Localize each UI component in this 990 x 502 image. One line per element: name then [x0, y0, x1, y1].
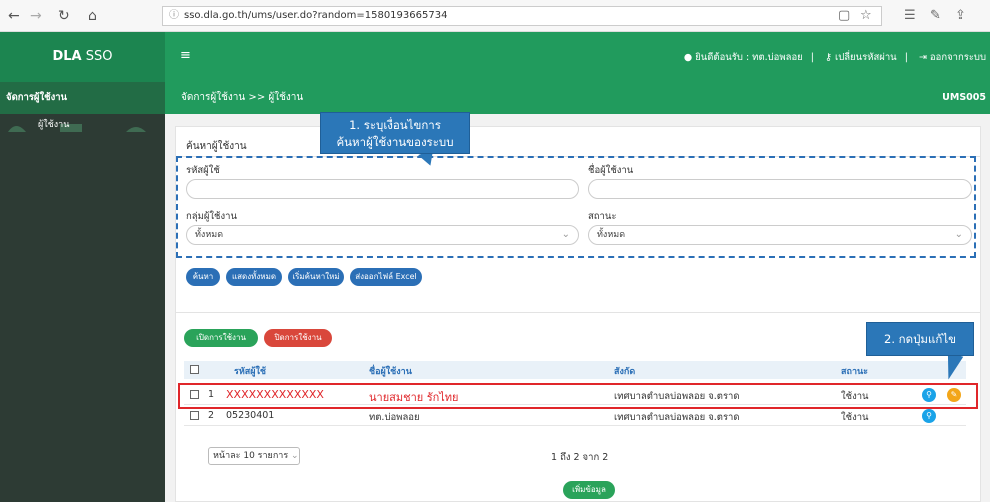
- address-bar[interactable]: ⓘ sso.dla.go.th/ums/user.do?random=158019…: [162, 6, 882, 26]
- sidebar-item-label: ผู้ใช้งาน: [38, 120, 70, 130]
- user-id-input[interactable]: [186, 179, 579, 199]
- main-content: จัดการผู้ใช้งาน >> ผู้ใช้งาน UMS005 ค้นห…: [165, 82, 990, 502]
- column-header-org: สังกัด: [614, 367, 636, 377]
- export-excel-button[interactable]: ส่งออกไฟล์ Excel: [350, 268, 422, 286]
- change-password-link[interactable]: เปลี่ยนรหัสผ่าน: [835, 52, 897, 63]
- select-all-checkbox[interactable]: [190, 365, 199, 374]
- callout-step1: 1. ระบุเงื่อนไขการ ค้นหาผู้ใช้งานของระบบ: [320, 112, 470, 154]
- welcome-text: ยินดีต้อนรับ : ทต.บ่อพลอย: [695, 52, 803, 63]
- sidebar-decoration-icon: [8, 124, 146, 132]
- logout-icon: ⇥: [918, 52, 927, 63]
- page-size-select[interactable]: หน้าละ 10 รายการ ⌄: [208, 447, 300, 465]
- pagination-info: 1 ถึง 2 จาก 2: [551, 452, 609, 463]
- user-name-label: ชื่อผู้ใช้งาน: [588, 165, 634, 176]
- key-icon: ⚷: [824, 52, 832, 63]
- user-group-select[interactable]: ทั้งหมด ⌄: [186, 225, 579, 245]
- browser-toolbar: ← → ↻ ⌂ ⓘ sso.dla.go.th/ums/user.do?rando…: [0, 0, 990, 32]
- view-icon[interactable]: ⚲: [922, 409, 936, 423]
- sidebar-item-users[interactable]: ผู้ใช้งาน: [0, 114, 165, 134]
- edit-icon[interactable]: ✎: [947, 388, 961, 402]
- row-checkbox[interactable]: [190, 390, 199, 399]
- reset-search-button[interactable]: เริ่มค้นหาใหม่: [288, 268, 344, 286]
- column-header-user-id: รหัสผู้ใช้: [234, 367, 267, 377]
- user-id-label: รหัสผู้ใช้: [186, 165, 220, 176]
- search-button[interactable]: ค้นหา: [186, 268, 220, 286]
- row-number: 2: [208, 410, 215, 421]
- disable-button[interactable]: ปิดการใช้งาน: [264, 329, 332, 347]
- favorite-star-icon[interactable]: ☆: [860, 8, 872, 23]
- column-header-status: สถานะ: [841, 367, 868, 377]
- search-panel: ค้นหาผู้ใช้งาน รหัสผู้ใช้ ชื่อผู้ใช้งาน …: [175, 126, 981, 326]
- user-list-panel: เปิดการใช้งาน ปิดการใช้งาน รหัสผู้ใช้ ชื…: [175, 312, 981, 502]
- add-data-button[interactable]: เพิ่มข้อมูล: [563, 481, 615, 499]
- logout-link[interactable]: ออกจากระบบ: [930, 52, 986, 63]
- sidebar-item-user-management[interactable]: จัดการผู้ใช้งาน: [0, 82, 165, 114]
- user-name-input[interactable]: [588, 179, 972, 199]
- row-checkbox[interactable]: [190, 411, 199, 420]
- show-all-button[interactable]: แสดงทั้งหมด: [226, 268, 282, 286]
- row-name: ทต.บ่อพลอย: [369, 412, 420, 423]
- info-icon: ⓘ: [169, 10, 179, 21]
- screen-code: UMS005: [942, 92, 986, 103]
- pen-icon[interactable]: ✎: [930, 8, 941, 23]
- row-user-id: XXXXXXXXXXXXX: [226, 388, 324, 401]
- column-header-name: ชื่อผู้ใช้งาน: [369, 367, 412, 377]
- enable-button[interactable]: เปิดการใช้งาน: [184, 329, 258, 347]
- view-icon[interactable]: ⚲: [922, 388, 936, 402]
- back-icon[interactable]: ←: [8, 8, 20, 24]
- row-name: นายสมชาย รักไทย: [369, 391, 459, 404]
- page-title-bar: จัดการผู้ใช้งาน >> ผู้ใช้งาน UMS005: [165, 82, 990, 114]
- status-label: สถานะ: [588, 211, 617, 222]
- row-org: เทศบาลตำบลบ่อพลอย จ.ตราด: [614, 412, 740, 423]
- row-status: ใช้งาน: [841, 391, 869, 402]
- breadcrumb: จัดการผู้ใช้งาน >> ผู้ใช้งาน: [181, 92, 304, 103]
- status-select[interactable]: ทั้งหมด ⌄: [588, 225, 972, 245]
- table-row: 2 05230401 ทต.บ่อพลอย เทศบาลตำบลบ่อพลอย …: [184, 406, 966, 426]
- chevron-down-icon: ⌄: [561, 229, 570, 240]
- share-icon[interactable]: ⇪: [955, 8, 966, 23]
- search-panel-title: ค้นหาผู้ใช้งาน: [176, 127, 980, 157]
- row-org: เทศบาลตำบลบ่อพลอย จ.ตราด: [614, 391, 740, 402]
- row-user-id: 05230401: [226, 410, 275, 421]
- brand-logo[interactable]: DLA SSO: [0, 32, 165, 82]
- forward-icon[interactable]: →: [30, 8, 42, 24]
- sidebar: จัดการผู้ใช้งาน ผู้ใช้งาน: [0, 82, 165, 502]
- refresh-icon[interactable]: ↻: [58, 8, 70, 24]
- user-nav: ● ยินดีต้อนรับ : ทต.บ่อพลอย | ⚷ เปลี่ยนรหั…: [683, 52, 986, 63]
- row-number: 1: [208, 389, 215, 400]
- callout-step2: 2. กดปุ่มแก้ไข: [866, 322, 974, 356]
- row-status: ใช้งาน: [841, 412, 869, 423]
- user-group-label: กลุ่มผู้ใช้งาน: [186, 211, 237, 222]
- user-icon: ●: [683, 52, 693, 63]
- chevron-down-icon: ⌄: [291, 451, 299, 461]
- table-row: 1 XXXXXXXXXXXXX นายสมชาย รักไทย เทศบาลตำ…: [184, 385, 966, 405]
- menu-toggle-icon[interactable]: ≡: [180, 48, 191, 63]
- reading-view-icon[interactable]: ▢: [838, 8, 850, 23]
- top-navbar: DLA SSO ≡ ● ยินดีต้อนรับ : ทต.บ่อพลอย | ⚷…: [0, 32, 990, 82]
- home-icon[interactable]: ⌂: [88, 8, 97, 24]
- favorites-list-icon[interactable]: ☰: [904, 8, 916, 23]
- url-text: sso.dla.go.th/ums/user.do?random=1580193…: [184, 10, 448, 21]
- table-header: รหัสผู้ใช้ ชื่อผู้ใช้งาน สังกัด สถานะ: [184, 361, 966, 379]
- chevron-down-icon: ⌄: [954, 229, 963, 240]
